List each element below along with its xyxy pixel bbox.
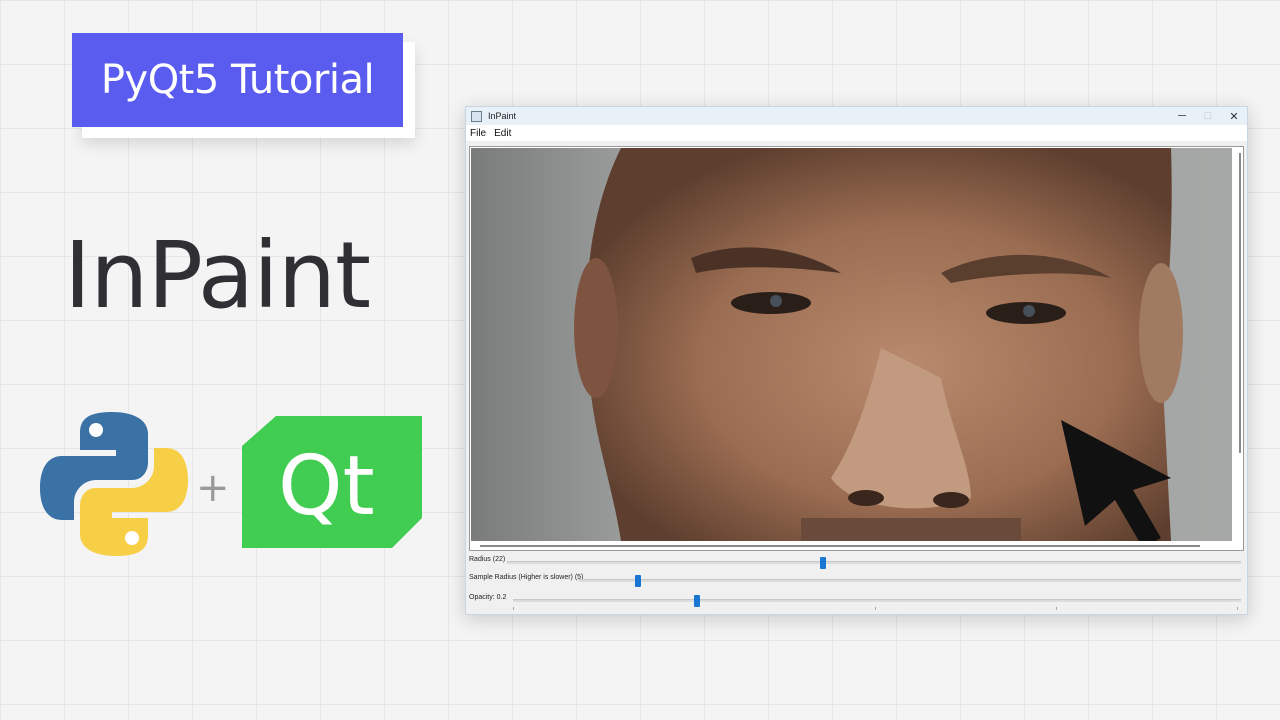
vertical-scrollbar[interactable] (1239, 153, 1241, 453)
opacity-tick (1056, 607, 1058, 610)
maximize-button[interactable]: □ (1195, 107, 1221, 125)
radius-label: Radius (22) (469, 556, 506, 563)
menu-edit[interactable]: Edit (490, 128, 515, 139)
tutorial-badge: PyQt5 Tutorial (72, 33, 403, 127)
menu-file[interactable]: File (466, 128, 490, 139)
inpaint-window: InPaint ─ □ ✕ File Edit Radius (22) Samp… (465, 106, 1248, 615)
opacity-slider-row: Opacity: 0.2 (469, 593, 1244, 610)
opacity-slider-handle[interactable] (693, 595, 700, 607)
opacity-tick (513, 607, 514, 610)
sample-radius-slider-handle[interactable] (634, 575, 641, 587)
window-titlebar[interactable]: InPaint ─ □ ✕ (466, 107, 1247, 125)
menubar: File Edit (466, 125, 1247, 141)
plus-sign: + (196, 465, 230, 511)
face-photo[interactable] (471, 148, 1232, 541)
minimize-button[interactable]: ─ (1169, 107, 1195, 125)
radius-slider[interactable] (507, 557, 1241, 569)
app-icon (471, 110, 482, 122)
qt-logo-icon: Qt (242, 416, 422, 548)
horizontal-scrollbar[interactable] (480, 545, 1200, 547)
sample-radius-label: Sample Radius (Higher is slower) (5) (469, 574, 584, 581)
radius-slider-handle[interactable] (820, 557, 827, 569)
opacity-slider[interactable] (513, 595, 1241, 610)
qt-logo-text: Qt (278, 439, 375, 534)
python-logo-icon (40, 412, 188, 556)
opacity-tick (874, 607, 876, 610)
window-title: InPaint (488, 111, 517, 121)
image-canvas[interactable] (469, 146, 1244, 551)
opacity-label: Opacity: 0.2 (469, 594, 507, 601)
sample-radius-slider[interactable] (579, 575, 1241, 587)
opacity-tick (1237, 607, 1239, 610)
radius-slider-row: Radius (22) (469, 555, 1244, 569)
close-button[interactable]: ✕ (1221, 107, 1247, 125)
sample-radius-slider-row: Sample Radius (Higher is slower) (5) (469, 573, 1244, 587)
hero-title: InPaint (64, 222, 371, 329)
